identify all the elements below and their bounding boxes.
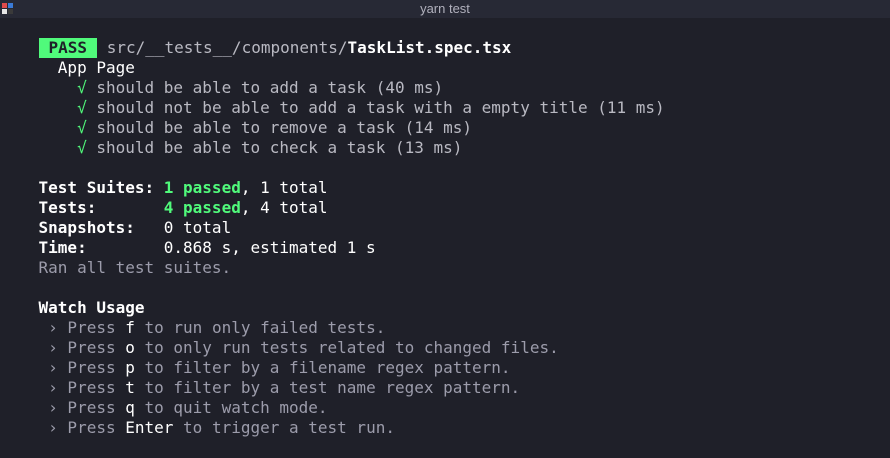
test-case-line: √ should be able to add a task (40 ms) [0, 58, 443, 97]
watch-usage-heading-line: Watch Usage [0, 278, 145, 317]
watch-option-key: Enter [125, 418, 174, 437]
ran-all-text: Ran all test suites. [38, 258, 232, 277]
summary-time-line: Time: 0.868 s, estimated 1 s [0, 218, 376, 257]
watch-option-text: to trigger a test run. [173, 418, 395, 437]
summary-suites-line: Test Suites: 1 passed, 1 total [0, 158, 328, 197]
watch-option-p: › Press p to filter by a filename regex … [0, 338, 510, 377]
watch-option-enter: › Press Enter to trigger a test run. [0, 398, 395, 437]
window-titlebar: yarn test [0, 0, 890, 18]
check-icon: √ [77, 138, 87, 157]
summary-tests-total: , 4 total [240, 198, 328, 217]
test-case-line: √ should not be able to add a task with … [0, 78, 665, 117]
watch-option-prefix: › Press [38, 418, 126, 437]
terminal-output[interactable]: PASS src/__tests__/components/TaskList.s… [0, 18, 890, 437]
watch-option-t: › Press t to filter by a test name regex… [0, 358, 520, 397]
ran-all-line: Ran all test suites. [0, 238, 232, 277]
suite-name-line: App Page [0, 38, 135, 77]
watch-option-q: › Press q to quit watch mode. [0, 378, 327, 417]
window-title: yarn test [420, 1, 470, 16]
test-case-line: √ should be able to check a task (13 ms) [0, 118, 462, 157]
watch-option-f: › Press f to run only failed tests. [0, 298, 385, 337]
test-case-text: should be able to check a task (13 ms) [96, 138, 463, 157]
test-case-line: √ should be able to remove a task (14 ms… [0, 98, 472, 137]
test-file-name: TaskList.spec.tsx [347, 38, 512, 57]
summary-tests-line: Tests: 4 passed, 4 total [0, 178, 328, 217]
watch-option-o: › Press o to only run tests related to c… [0, 318, 559, 357]
test-file-path: src/__tests__/components/ [106, 38, 348, 57]
summary-snapshots-line: Snapshots: 0 total [0, 198, 232, 237]
test-file-line: PASS src/__tests__/components/TaskList.s… [0, 18, 511, 58]
